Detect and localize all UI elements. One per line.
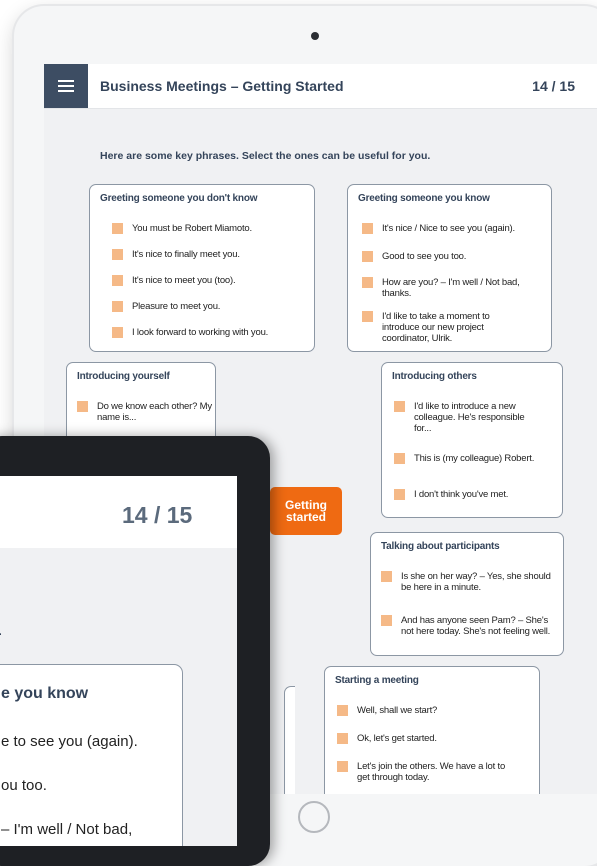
checkbox-icon[interactable] [362,251,373,262]
phrase-option[interactable]: You must be Robert Miamoto. [112,223,312,234]
checkbox-icon[interactable] [112,275,123,286]
top-bar: Business Meetings – Getting Started 14 /… [44,64,597,109]
front-instruction-fragment: . [0,622,2,640]
phrase-option[interactable]: How are you? – I'm well / Not bad, thank… [362,277,527,299]
front-card-title: e you know [1,685,89,702]
front-top-bar: 14 / 15 [0,476,237,548]
phrase-option[interactable]: It's nice to finally meet you. [112,249,312,260]
instructions: Here are some key phrases. Select the on… [100,150,431,162]
card-starting-meeting: Starting a meeting Well, shall we start?… [324,666,540,794]
front-card-greeting-known: e you know e to see you (again). ou too.… [0,664,183,846]
checkbox-icon[interactable] [112,301,123,312]
checkbox-icon[interactable] [381,571,392,582]
card-title: Talking about participants [381,541,500,552]
phrase-option[interactable]: I'd like to take a moment to introduce o… [362,311,527,344]
phrase-option[interactable]: Pleasure to meet you. [112,301,312,312]
checkbox-icon[interactable] [394,401,405,412]
phrase-option[interactable]: Good to see you too. [362,251,542,262]
phrase-option[interactable]: Let's join the others. We have a lot to … [337,761,517,783]
card-talking-participants: Talking about participants Is she on her… [370,532,564,656]
front-phrase-option[interactable]: e to see you (again). [1,733,138,750]
card-title: Introducing yourself [77,371,170,382]
card-title: Introducing others [392,371,477,382]
checkbox-icon[interactable] [381,615,392,626]
checkbox-icon[interactable] [394,453,405,464]
checkbox-icon[interactable] [337,761,348,772]
phrase-option[interactable]: I'd like to introduce a new colleague. H… [394,401,544,434]
checkbox-icon[interactable] [362,223,373,234]
phrase-option[interactable]: It's nice / Nice to see you (again). [362,223,542,234]
phrase-option[interactable]: I look forward to working with you. [112,327,312,338]
checkbox-icon[interactable] [394,489,405,500]
checkbox-icon[interactable] [112,327,123,338]
phrase-option[interactable]: It's nice to meet you (too). [112,275,312,286]
phrase-option[interactable]: And has anyone seen Pam? – She's not her… [381,615,551,637]
checkbox-icon[interactable] [337,733,348,744]
front-app-screen: 14 / 15 . e you know e to see you (again… [0,476,237,846]
front-phrase-option[interactable]: ou too. [1,777,47,794]
card-introducing-others: Introducing others I'd like to introduce… [381,362,563,518]
card-greeting-known: Greeting someone you know It's nice / Ni… [347,184,552,352]
phrase-option[interactable]: Do we know each other? My name is... [77,401,217,423]
front-page-counter: 14 / 15 [122,502,193,528]
card-title: Greeting someone you don't know [100,193,258,204]
getting-started-button[interactable]: Getting started [270,487,342,535]
checkbox-icon[interactable] [77,401,88,412]
phrase-option[interactable]: Well, shall we start? [337,705,537,716]
camera-icon [311,32,319,40]
partial-card [284,686,295,794]
card-greeting-unknown: Greeting someone you don't know You must… [89,184,315,352]
phrase-option[interactable]: This is (my colleague) Robert. [394,453,554,464]
card-title: Starting a meeting [335,675,419,686]
phrase-option[interactable]: Ok, let's get started. [337,733,537,744]
home-button-icon[interactable] [298,801,330,833]
front-phrase-option[interactable]: – I'm well / Not bad, [1,821,132,838]
checkbox-icon[interactable] [112,223,123,234]
phrase-option[interactable]: I don't think you've met. [394,489,554,500]
checkbox-icon[interactable] [362,311,373,322]
hamburger-menu-icon[interactable] [44,64,88,108]
checkbox-icon[interactable] [112,249,123,260]
card-title: Greeting someone you know [358,193,490,204]
page-title: Business Meetings – Getting Started [100,78,344,94]
checkbox-icon[interactable] [362,277,373,288]
checkbox-icon[interactable] [337,705,348,716]
page-counter: 14 / 15 [532,78,575,94]
phrase-option[interactable]: Is she on her way? – Yes, she should be … [381,571,551,593]
